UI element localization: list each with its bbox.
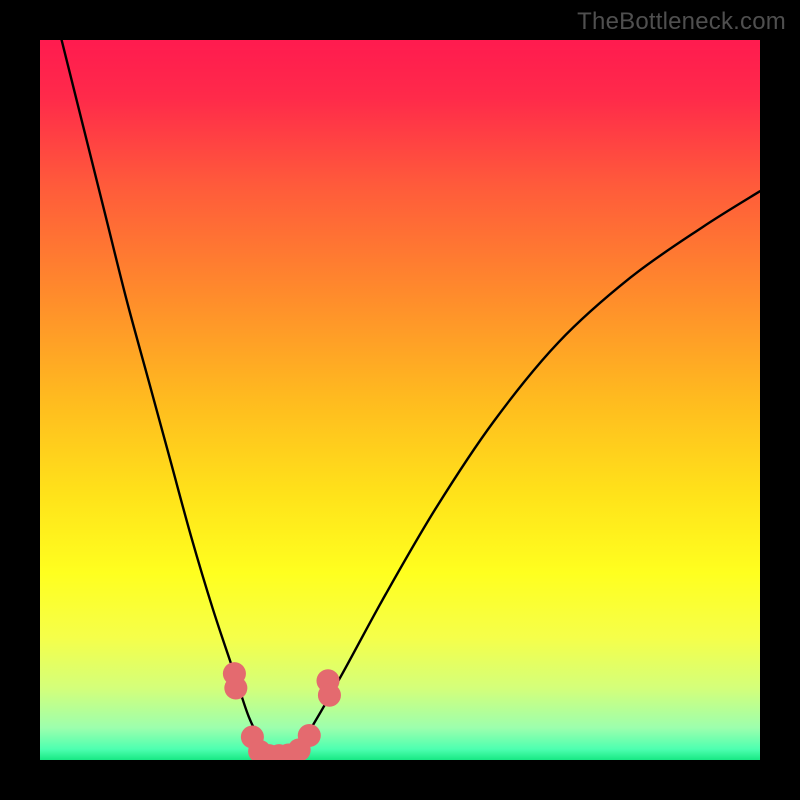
plot-area xyxy=(40,40,760,760)
bottleneck-curve xyxy=(40,40,760,756)
highlight-dots xyxy=(223,662,341,760)
highlight-dot xyxy=(298,724,321,747)
highlight-dot xyxy=(224,676,247,699)
curve-layer xyxy=(40,40,760,760)
frame: TheBottleneck.com xyxy=(0,0,800,800)
watermark-text: TheBottleneck.com xyxy=(577,8,786,36)
highlight-dot xyxy=(318,684,341,707)
